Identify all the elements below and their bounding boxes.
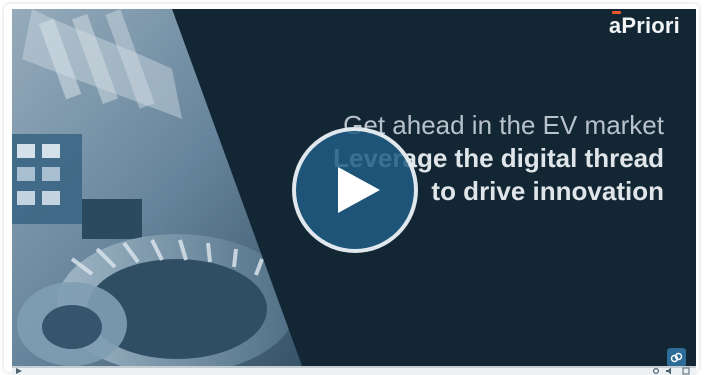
video-player[interactable]: aPriori Get ahead in the EV market Lever… (12, 9, 696, 366)
play-button[interactable] (292, 127, 418, 253)
fullscreen-icon[interactable] (682, 367, 690, 375)
logo-accent-mark (611, 11, 621, 14)
logo-text: aPriori (608, 13, 680, 38)
copy-link-button[interactable] (667, 348, 686, 366)
play-icon (338, 167, 380, 213)
link-icon (670, 352, 683, 363)
volume-icon[interactable] (666, 367, 674, 375)
video-control-bar (12, 366, 696, 375)
small-play-icon[interactable] (15, 367, 23, 375)
apriori-logo: aPriori (608, 11, 680, 39)
progress-bar[interactable] (12, 366, 696, 368)
settings-icon[interactable] (652, 367, 660, 375)
